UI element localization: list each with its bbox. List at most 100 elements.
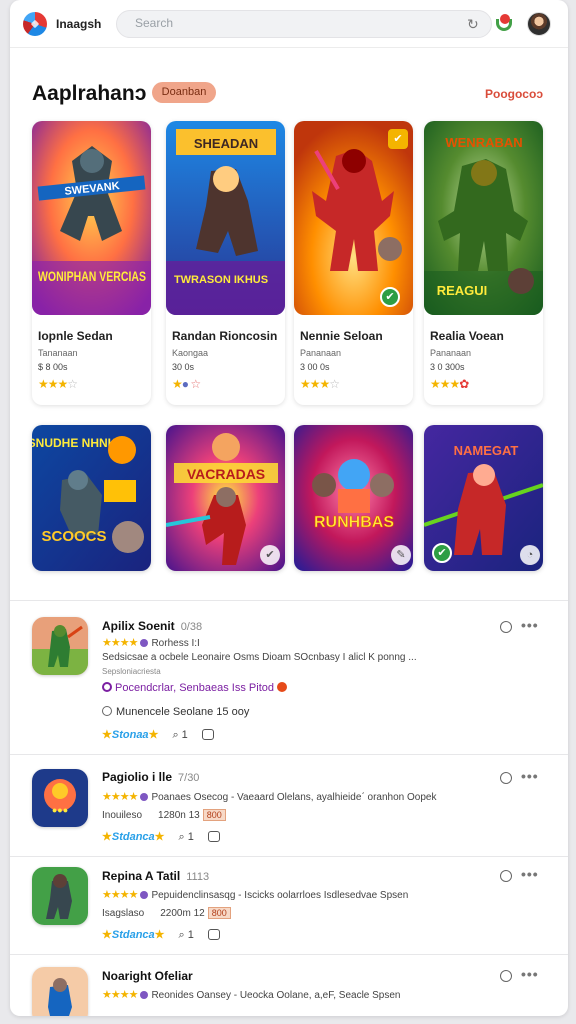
game-card[interactable]: SHEADAN TWRASON IKHUS Randan Rioncosin K… xyxy=(166,121,285,405)
rate-button[interactable]: ★Stdanca★ xyxy=(102,929,165,941)
app-description: Sedsicsae a ocbele Leonaire Osms Dioam S… xyxy=(102,652,417,663)
section-see-all-link[interactable]: Poogocoɔ xyxy=(485,87,543,101)
size-badge: 800 xyxy=(202,809,226,821)
info-icon[interactable] xyxy=(500,970,512,982)
list-item[interactable]: ●●● Pagiolio i lle 7/30 ★★★★ Poanaes Oseco… xyxy=(10,762,568,854)
app-actions: ★Stdanca★ ⌕ 1 xyxy=(102,830,220,844)
game-tile[interactable]: SNUDHE NHNK SCOOCS xyxy=(32,425,151,571)
share-icon[interactable] xyxy=(207,831,220,842)
user-avatar[interactable] xyxy=(527,12,551,36)
game-card-art xyxy=(294,121,413,315)
card-price: 3 0 300s xyxy=(430,362,465,372)
search-input[interactable] xyxy=(135,16,435,30)
app-rating-line: ★★★★ Poanaes Osecog - Vaeaard Olelans, ay… xyxy=(102,790,436,803)
list-item[interactable]: Noaright Ofeliar ★★★★ Reonides Oansey - U… xyxy=(10,962,568,1016)
tile-action-icon[interactable]: ◔ xyxy=(520,545,540,565)
card-subtitle: Pananaan xyxy=(300,348,342,358)
tile-action-icon[interactable]: ✎ xyxy=(391,545,411,565)
app-genre: Inouileso xyxy=(102,810,143,821)
more-options-icon[interactable]: ••• xyxy=(521,866,539,882)
card-art-title: SHEADAN xyxy=(194,136,258,151)
app-rating-line: ★★★★ Rorhess I:I xyxy=(102,636,200,649)
more-options-icon[interactable]: ••• xyxy=(521,617,539,633)
app-genre: Isagslaso xyxy=(102,908,145,919)
share-icon[interactable] xyxy=(201,729,214,740)
rate-button[interactable]: ★Stonaa★ xyxy=(102,729,158,741)
notification-dot xyxy=(500,14,510,24)
game-card[interactable]: ✔ ✔ Nennie Seloan Pananaan 3 00 0s ★★★☆ xyxy=(294,121,413,405)
card-price: $ 8 00s xyxy=(38,362,68,372)
publisher-dot xyxy=(140,639,149,647)
info-icon[interactable] xyxy=(500,870,512,882)
app-update-time: Munencele Seolane 15 ooy xyxy=(102,706,249,718)
rating-stars: ★★★★ xyxy=(102,889,138,901)
tile-action-icon[interactable]: ✔ xyxy=(260,545,280,565)
comment-button[interactable]: ⌕ 1 xyxy=(179,831,194,843)
game-tile[interactable]: RUNHBAS ✎ xyxy=(294,425,413,571)
section-filter-pill[interactable]: Doanban xyxy=(152,82,216,103)
feature-tag-text: Pocendcrlar, Senbaeas Iss Pitod xyxy=(115,682,274,694)
refresh-icon[interactable]: ↻ xyxy=(467,17,481,31)
app-feature-tag[interactable]: Pocendcrlar, Senbaeas Iss Pitod xyxy=(102,682,287,694)
publisher-text: Poanaes Osecog - Vaeaard Olelans, ayalhi… xyxy=(151,792,437,803)
app-title: Noaright Ofeliar xyxy=(102,969,193,983)
tile-title: SNUDHE NHNK xyxy=(32,436,117,450)
app-actions: ★Stonaa★ ⌕ 1 xyxy=(102,728,214,742)
clock-icon xyxy=(102,706,112,716)
game-tile[interactable]: NAMEGAT ✔ ◔ xyxy=(424,425,543,571)
bookmark-icon[interactable]: ✔ xyxy=(388,129,408,149)
card-subtitle: Tananaan xyxy=(38,348,78,358)
notification-icon[interactable] xyxy=(496,14,514,32)
share-icon[interactable] xyxy=(207,929,220,940)
info-icon[interactable] xyxy=(500,772,512,784)
app-rating-line: ★★★★ Pepuidenclinsasqg - Iscicks oolarrlo… xyxy=(102,888,408,901)
card-price: 30 0s xyxy=(172,362,195,372)
installed-check-icon: ✔ xyxy=(432,543,452,563)
search-bar[interactable]: ↻ xyxy=(116,10,492,38)
app-title: Apilix Soenit 0/38 xyxy=(102,619,202,633)
feature-icon xyxy=(102,682,112,692)
app-downloads: 2200m 12 xyxy=(160,908,205,919)
app-icon: ●●● xyxy=(32,769,88,827)
app-title-text: Repina A Tatil xyxy=(102,869,181,883)
app-meta-line: Isagslaso 2200m 12 800 xyxy=(102,907,231,919)
app-logo-icon[interactable] xyxy=(23,12,47,36)
section-divider xyxy=(10,600,568,601)
more-options-icon[interactable]: ••• xyxy=(521,768,539,784)
rating-stars: ★★★★ xyxy=(102,637,138,649)
app-title: Pagiolio i lle 7/30 xyxy=(102,770,199,784)
list-item[interactable]: Repina A Tatil 1113 ★★★★ Pepuidenclinsasqg… xyxy=(10,862,568,954)
app-title-text: Noaright Ofeliar xyxy=(102,969,193,983)
game-card[interactable]: SWEVANK WONIPHAN VERCIAS Iopnle Sedan Ta… xyxy=(32,121,151,405)
card-rating-stars: ★★★☆ xyxy=(300,377,340,391)
app-icon xyxy=(32,617,88,675)
card-price: 3 00 0s xyxy=(300,362,330,372)
more-options-icon[interactable]: ••• xyxy=(521,966,539,982)
comment-count: 1 xyxy=(181,729,188,741)
rating-stars: ★★★★ xyxy=(102,989,138,1001)
tile-title: NAMEGAT xyxy=(454,443,519,458)
game-card-art: SWEVANK WONIPHAN VERCIAS xyxy=(32,121,151,315)
rate-button[interactable]: ★Stdanca★ xyxy=(102,831,165,843)
app-meta-line: Inouileso 1280n 13 800 xyxy=(102,809,226,821)
size-badge: 800 xyxy=(207,907,231,919)
comment-count: 1 xyxy=(187,929,194,941)
update-time-text: Munencele Seolane 15 ooy xyxy=(116,706,250,718)
tile-logo: SCOOCS xyxy=(41,528,106,545)
list-item[interactable]: Apilix Soenit 0/38 ★★★★ Rorhess I:I Sedsic… xyxy=(10,612,568,752)
game-card-art: WENRABAN REAGUI xyxy=(424,121,543,315)
game-tile[interactable]: VACRADAS ✔ xyxy=(166,425,285,571)
card-title: Randan Rioncosin xyxy=(172,329,278,343)
app-version: 7/30 xyxy=(178,772,200,784)
app-icon xyxy=(32,867,88,925)
svg-text:●●●: ●●● xyxy=(52,805,68,815)
comment-button[interactable]: ⌕ 1 xyxy=(179,929,194,941)
game-card[interactable]: WENRABAN REAGUI Realia Voean Pananaan 3 … xyxy=(424,121,543,405)
app-title: Repina A Tatil 1113 xyxy=(102,869,209,883)
comment-button[interactable]: ⌕ 1 xyxy=(172,729,187,741)
app-downloads: 1280n 13 xyxy=(158,810,200,821)
card-art-logo: TWRASON IKHUS xyxy=(174,274,268,286)
app-category: Sepsloniacriesta xyxy=(102,667,161,676)
info-icon[interactable] xyxy=(500,621,512,633)
app-window: Inaagsh ↻ Aaplrahanɔ Doanban Poogocoɔ SW… xyxy=(10,0,568,1016)
